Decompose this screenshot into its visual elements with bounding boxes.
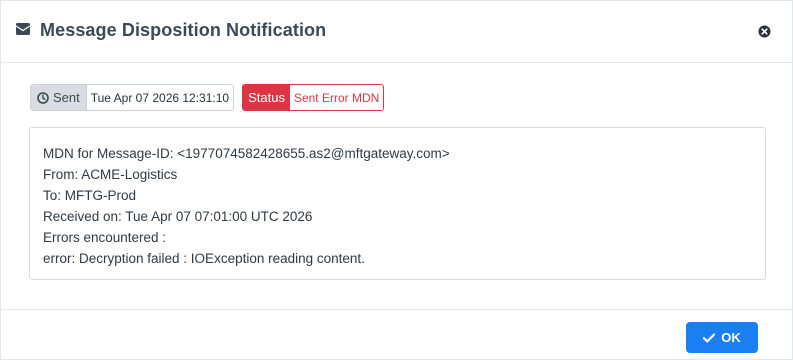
ok-button[interactable]: OK — [686, 322, 758, 353]
dialog-footer: OK — [1, 309, 792, 360]
ok-label: OK — [721, 330, 741, 345]
sent-label: Sent — [31, 85, 86, 110]
dialog-title: Message Disposition Notification — [40, 20, 327, 40]
mdn-line: error: Decryption failed : IOException r… — [43, 251, 365, 266]
mdn-line: MDN for Message-ID: <1977074582428655.as… — [43, 146, 450, 161]
mdn-line: To: MFTG-Prod — [43, 188, 137, 203]
meta-row: Sent Tue Apr 07 2026 12:31:10 Status Sen… — [30, 84, 385, 111]
sent-label-text: Sent — [53, 90, 80, 105]
mdn-content: MDN for Message-ID: <1977074582428655.as… — [29, 127, 766, 280]
sent-badge: Sent Tue Apr 07 2026 12:31:10 — [30, 84, 235, 111]
status-label: Status — [243, 85, 290, 110]
mdn-line: Received on: Tue Apr 07 07:01:00 UTC 202… — [43, 209, 313, 224]
status-value: Sent Error MDN — [289, 85, 384, 110]
check-icon — [703, 333, 716, 342]
mdn-line: From: ACME-Logistics — [43, 167, 178, 182]
mdn-line: Errors encountered : — [43, 230, 167, 245]
sent-timestamp: Tue Apr 07 2026 12:31:10 — [85, 85, 234, 110]
dialog-header: Message Disposition Notification — [1, 1, 792, 63]
mdn-dialog: Message Disposition Notification Sent Tu… — [0, 0, 793, 360]
clock-icon — [37, 91, 49, 104]
dialog-body: Sent Tue Apr 07 2026 12:31:10 Status Sen… — [1, 63, 792, 309]
close-icon[interactable] — [758, 25, 771, 38]
status-badge: Status Sent Error MDN — [242, 84, 385, 111]
envelope-icon — [16, 23, 30, 35]
